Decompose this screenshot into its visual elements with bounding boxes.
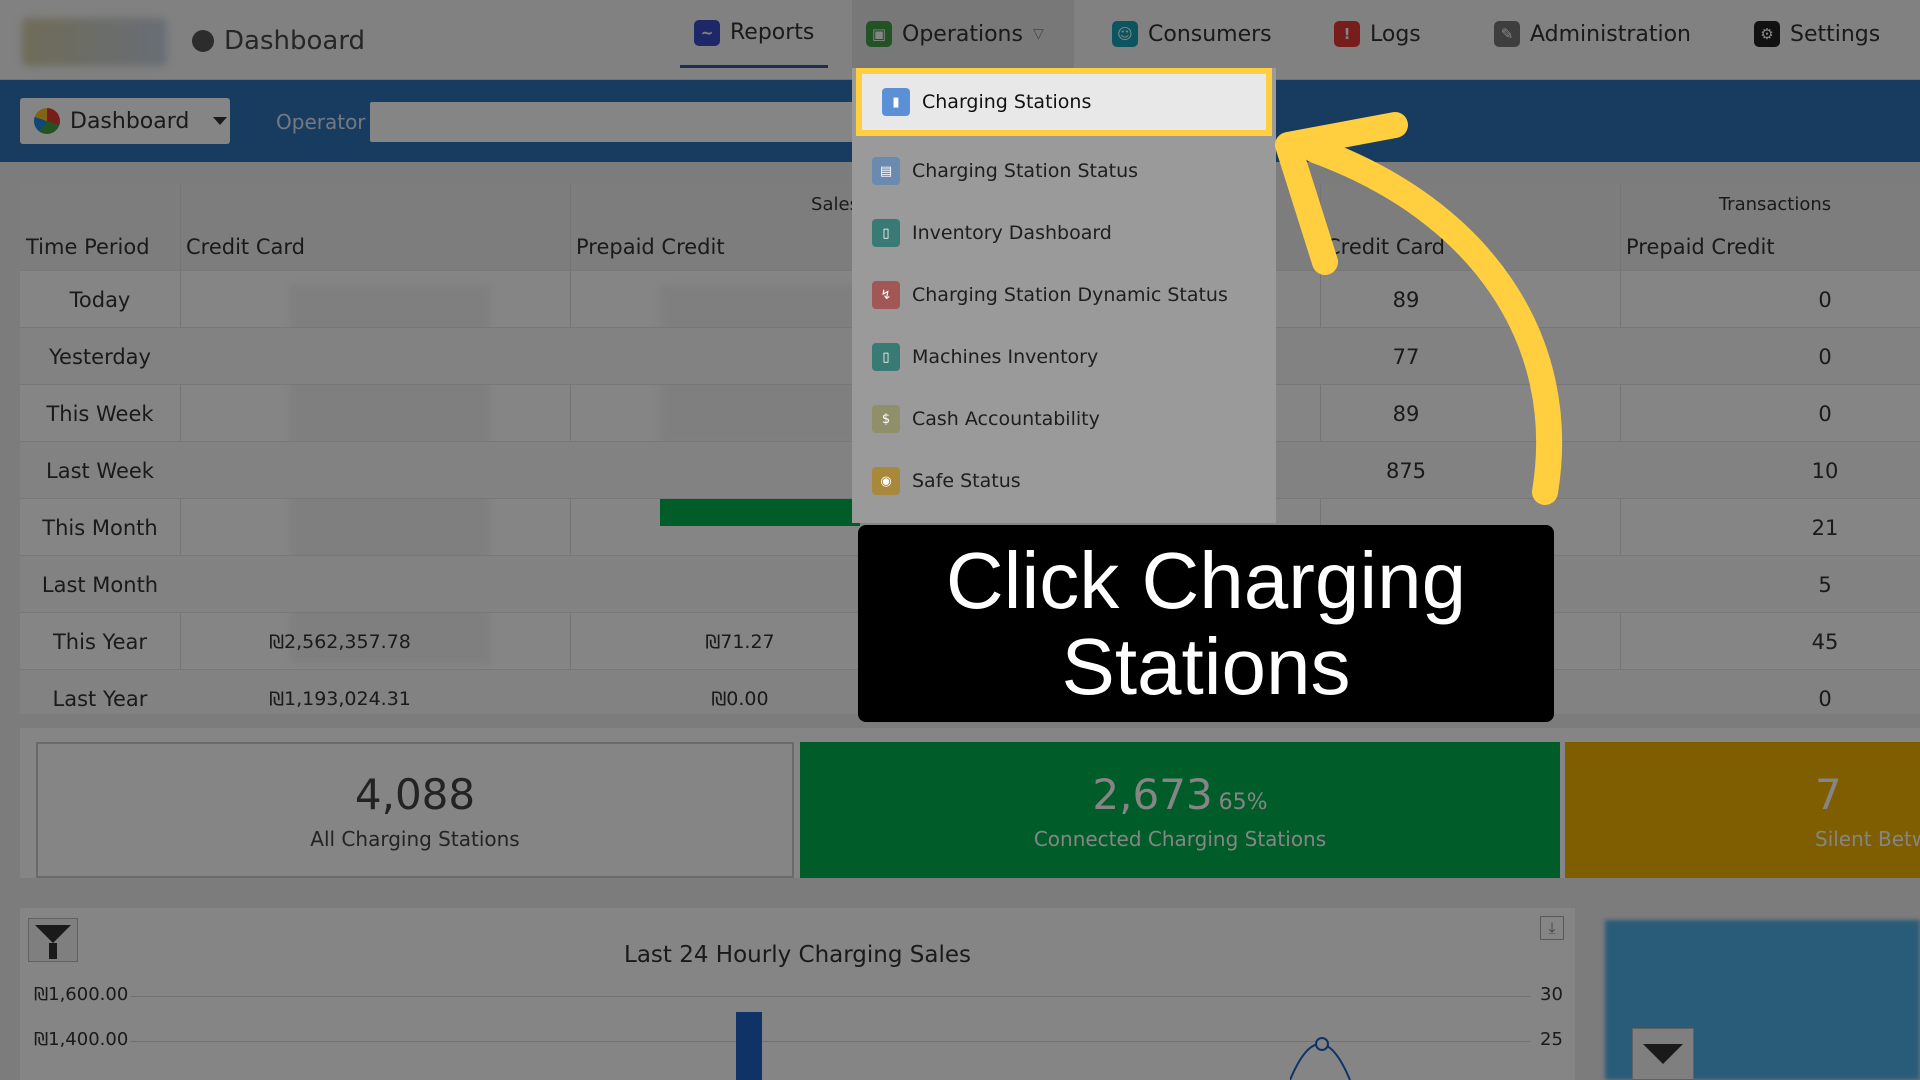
menu-item-inventory-dashboard[interactable]: ▯ Inventory Dashboard (852, 202, 1276, 264)
dynamic-status-icon: ↯ (872, 281, 900, 309)
menu-item-machines-inventory[interactable]: ▯ Machines Inventory (852, 326, 1276, 388)
menu-item-label: Inventory Dashboard (912, 222, 1112, 244)
menu-item-cash-accountability[interactable]: $ Cash Accountability (852, 388, 1276, 450)
menu-item-charging-station-dynamic-status[interactable]: ↯ Charging Station Dynamic Status (852, 264, 1276, 326)
menu-item-charging-stations[interactable]: ▮ Charging Stations (856, 68, 1272, 136)
charging-station-icon: ▮ (882, 88, 910, 116)
menu-item-label: Charging Station Status (912, 160, 1139, 182)
menu-item-label: Safe Status (912, 470, 1021, 492)
machines-icon: ▯ (872, 343, 900, 371)
menu-item-safe-status[interactable]: ◉ Safe Status (852, 450, 1276, 512)
cash-icon: $ (872, 405, 900, 433)
menu-item-charging-station-status[interactable]: ▤ Charging Station Status (852, 140, 1276, 202)
inventory-icon: ▯ (872, 219, 900, 247)
menu-item-label: Cash Accountability (912, 408, 1100, 430)
menu-item-label: Charging Station Dynamic Status (912, 284, 1228, 306)
operations-dropdown-menu: ▮ Charging Stations ▤ Charging Station S… (852, 68, 1276, 523)
menu-item-label: Machines Inventory (912, 346, 1099, 368)
safe-icon: ◉ (872, 467, 900, 495)
menu-item-label: Charging Stations (922, 91, 1092, 113)
status-icon: ▤ (872, 157, 900, 185)
tutorial-callout: Click Charging Stations (858, 525, 1554, 722)
